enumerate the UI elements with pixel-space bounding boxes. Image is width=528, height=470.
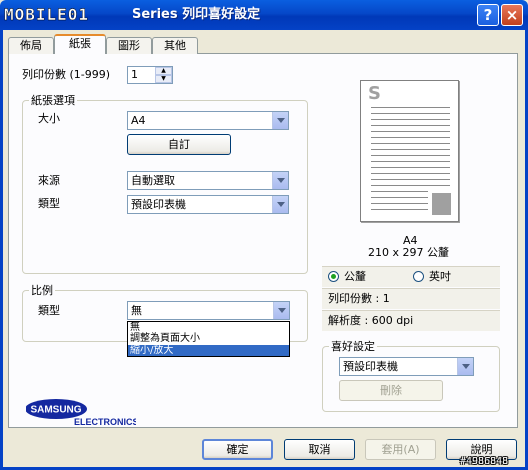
source-select[interactable]: 自動選取	[127, 171, 289, 190]
tab-other[interactable]: 其他	[152, 37, 198, 54]
source-value: 自動選取	[131, 174, 175, 187]
mobile01-logo: MOBILE01	[4, 5, 90, 24]
samsung-text: SAMSUNG	[30, 405, 81, 416]
unit-inch-label: 英吋	[429, 270, 451, 283]
unit-mm-label: 公釐	[344, 270, 366, 283]
apply-button[interactable]: 套用(A)	[365, 439, 436, 460]
resolution-info: 解析度 : 600 dpi	[328, 314, 414, 327]
resolution-info-row: 解析度 : 600 dpi	[322, 310, 500, 331]
tab-label: 紙張	[69, 37, 91, 50]
favorites-value: 預設印表機	[343, 360, 398, 373]
spin-up-icon[interactable]: ▲	[155, 67, 172, 75]
page-letter: S	[368, 83, 381, 104]
scaling-dropdown-list: 無 調整為頁面大小 縮小/放大	[127, 321, 290, 357]
tab-label: 圖形	[118, 39, 140, 52]
tab-label: 佈局	[20, 39, 42, 52]
size-value: A4	[131, 114, 146, 127]
favorites-legend: 喜好設定	[331, 340, 375, 353]
type-label: 類型	[38, 197, 60, 210]
chevron-down-icon[interactable]	[272, 196, 288, 213]
page-preview: S	[360, 80, 459, 222]
chevron-down-icon[interactable]	[272, 172, 288, 189]
help-title-button[interactable]: ?	[477, 4, 499, 26]
window-title: Series 列印喜好設定	[132, 7, 261, 22]
copies-spinner[interactable]: ▲ ▼	[155, 67, 172, 83]
paper-options-legend: 紙張選項	[31, 94, 75, 107]
paper-type-select[interactable]: 預設印表機	[127, 195, 289, 214]
delete-favorite-button[interactable]: 刪除	[339, 380, 443, 401]
chevron-down-icon[interactable]	[273, 302, 289, 319]
size-select[interactable]: A4	[127, 111, 289, 130]
tab-graphics[interactable]: 圖形	[106, 37, 152, 54]
image-thumbnail-icon	[432, 193, 451, 215]
close-button[interactable]: ×	[501, 4, 523, 26]
unit-inch-radio[interactable]	[413, 271, 424, 282]
scaling-type-label: 類型	[38, 304, 60, 317]
ok-button[interactable]: 確定	[202, 439, 273, 460]
scaling-type-select[interactable]: 無	[127, 301, 290, 320]
custom-size-button[interactable]: 自訂	[127, 134, 231, 155]
unit-mm-radio[interactable]	[328, 271, 339, 282]
tab-paper[interactable]: 紙張	[54, 34, 106, 54]
paper-dimensions: 210 x 297 公釐	[368, 246, 449, 259]
chevron-down-icon[interactable]	[272, 112, 288, 129]
paper-type-value: 預設印表機	[131, 198, 186, 211]
copies-label: 列印份數 (1-999)	[22, 68, 111, 81]
samsung-logo: SAMSUNG ELECTRONICS	[25, 399, 139, 429]
spin-down-icon[interactable]: ▼	[155, 75, 172, 83]
title-bar: MOBILE01 Series 列印喜好設定 ? ×	[0, 0, 528, 30]
copies-info: 列印份數 : 1	[328, 292, 390, 305]
dropdown-option[interactable]: 無	[128, 322, 289, 333]
size-label: 大小	[38, 112, 60, 125]
copies-info-row: 列印份數 : 1	[322, 288, 500, 309]
chevron-down-icon[interactable]	[457, 358, 473, 375]
tab-label: 其他	[164, 39, 186, 52]
electronics-text: ELECTRONICS	[74, 417, 136, 427]
tab-layout[interactable]: 佈局	[8, 37, 54, 54]
scaling-type-value: 無	[131, 304, 142, 317]
scaling-legend: 比例	[31, 284, 53, 297]
favorites-select[interactable]: 預設印表機	[339, 357, 474, 376]
watermark: #4986848	[460, 456, 509, 467]
dropdown-option-highlighted[interactable]: 縮小/放大	[128, 344, 289, 356]
cancel-button[interactable]: 取消	[284, 439, 355, 460]
dropdown-option[interactable]: 調整為頁面大小	[128, 333, 289, 344]
source-label: 來源	[38, 174, 60, 187]
